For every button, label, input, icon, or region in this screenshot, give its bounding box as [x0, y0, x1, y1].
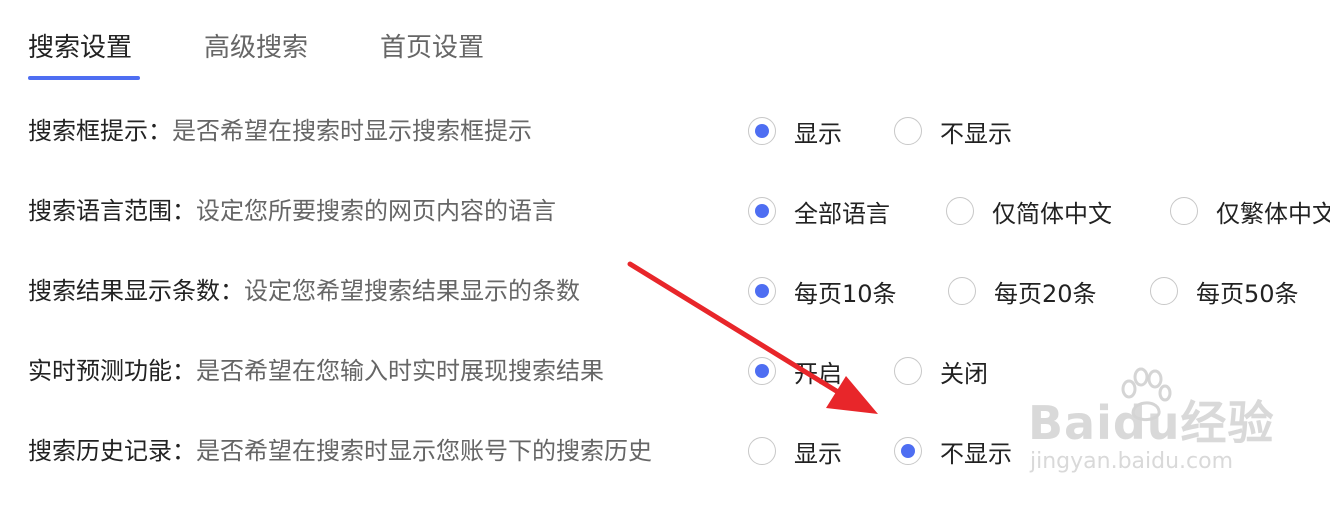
radio-label: 仅繁体中文: [1216, 199, 1330, 228]
setting-title: 搜索结果显示条数：: [28, 277, 244, 305]
radio-button[interactable]: [748, 117, 776, 145]
setting-label: 实时预测功能：是否希望在您输入时实时展现搜索结果: [28, 351, 604, 391]
radio-label: 全部语言: [794, 199, 890, 228]
radio-option-simplified-chinese[interactable]: 仅简体中文: [946, 191, 1112, 231]
radio-label: 显示: [794, 439, 842, 468]
radio-label: 不显示: [940, 119, 1012, 148]
tab-advanced-search[interactable]: 高级搜索: [204, 28, 308, 68]
radio-label: 关闭: [940, 359, 988, 388]
radio-label: 显示: [794, 119, 842, 148]
radio-button[interactable]: [1150, 277, 1178, 305]
active-tab-underline: [28, 76, 140, 80]
radio-option-all-languages[interactable]: 全部语言: [748, 191, 890, 231]
setting-row-realtime-prediction: 实时预测功能：是否希望在您输入时实时展现搜索结果 开启 关闭: [28, 351, 1330, 391]
radio-option-10-per-page[interactable]: 每页10条: [748, 271, 897, 311]
radio-option-hide[interactable]: 不显示: [894, 431, 1012, 471]
setting-row-search-language: 搜索语言范围：设定您所要搜索的网页内容的语言 全部语言 仅简体中文 仅繁体中文: [28, 191, 1330, 231]
radio-option-on[interactable]: 开启: [748, 351, 842, 391]
setting-label: 搜索语言范围：设定您所要搜索的网页内容的语言: [28, 191, 556, 231]
setting-title: 搜索框提示：: [28, 117, 172, 145]
setting-title: 实时预测功能：: [28, 357, 196, 385]
setting-description: 是否希望在搜索时显示您账号下的搜索历史: [196, 437, 652, 465]
radio-label: 每页50条: [1196, 279, 1299, 308]
radio-button[interactable]: [894, 437, 922, 465]
radio-option-hide[interactable]: 不显示: [894, 111, 1012, 151]
tab-homepage-settings[interactable]: 首页设置: [380, 28, 484, 68]
radio-option-show[interactable]: 显示: [748, 111, 842, 151]
setting-label: 搜索框提示：是否希望在搜索时显示搜索框提示: [28, 111, 532, 151]
radio-option-show[interactable]: 显示: [748, 431, 842, 471]
radio-button[interactable]: [748, 437, 776, 465]
setting-row-results-per-page: 搜索结果显示条数：设定您希望搜索结果显示的条数 每页10条 每页20条 每页50…: [28, 271, 1330, 311]
radio-button[interactable]: [894, 357, 922, 385]
radio-button[interactable]: [946, 197, 974, 225]
radio-option-off[interactable]: 关闭: [894, 351, 988, 391]
radio-option-traditional-chinese[interactable]: 仅繁体中文: [1170, 191, 1330, 231]
setting-description: 设定您所要搜索的网页内容的语言: [196, 197, 556, 225]
radio-button[interactable]: [748, 197, 776, 225]
setting-description: 是否希望在您输入时实时展现搜索结果: [196, 357, 604, 385]
setting-row-search-box-hint: 搜索框提示：是否希望在搜索时显示搜索框提示 显示 不显示: [28, 111, 1330, 151]
radio-button[interactable]: [1170, 197, 1198, 225]
radio-button[interactable]: [748, 357, 776, 385]
setting-label: 搜索结果显示条数：设定您希望搜索结果显示的条数: [28, 271, 580, 311]
radio-option-20-per-page[interactable]: 每页20条: [948, 271, 1097, 311]
radio-label: 每页20条: [994, 279, 1097, 308]
radio-label: 每页10条: [794, 279, 897, 308]
radio-option-50-per-page[interactable]: 每页50条: [1150, 271, 1299, 311]
radio-label: 不显示: [940, 439, 1012, 468]
setting-label: 搜索历史记录：是否希望在搜索时显示您账号下的搜索历史: [28, 431, 652, 471]
setting-row-search-history: 搜索历史记录：是否希望在搜索时显示您账号下的搜索历史 显示 不显示: [28, 431, 1330, 471]
radio-button[interactable]: [894, 117, 922, 145]
setting-title: 搜索历史记录：: [28, 437, 196, 465]
radio-label: 仅简体中文: [992, 199, 1112, 228]
tab-search-settings[interactable]: 搜索设置: [28, 28, 132, 68]
setting-title: 搜索语言范围：: [28, 197, 196, 225]
setting-description: 设定您希望搜索结果显示的条数: [244, 277, 580, 305]
radio-button[interactable]: [748, 277, 776, 305]
radio-button[interactable]: [948, 277, 976, 305]
setting-description: 是否希望在搜索时显示搜索框提示: [172, 117, 532, 145]
radio-label: 开启: [794, 359, 842, 388]
